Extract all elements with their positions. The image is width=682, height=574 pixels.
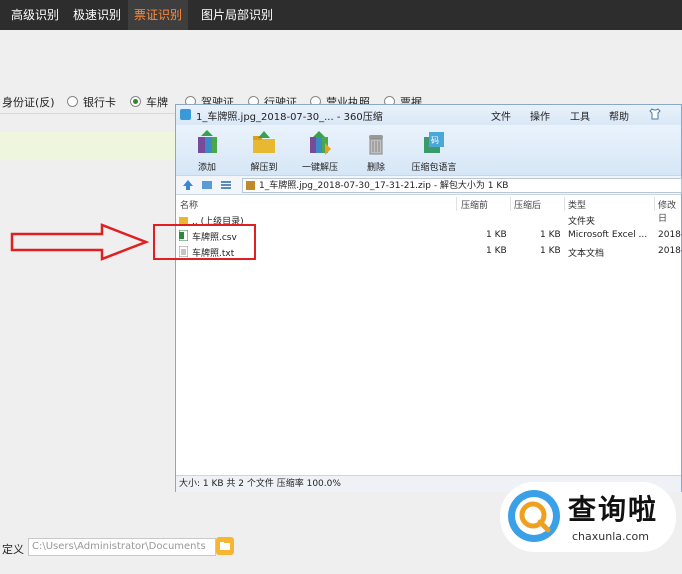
archive-path-text: 1_车牌照.jpg_2018-07-30_17-31-21.zip - 解包大小… [259,181,509,191]
menu-help[interactable]: 帮助 [609,108,629,123]
magnifier-logo-icon [508,490,560,542]
skin-shirt-icon[interactable] [649,108,661,120]
app-icon [180,109,191,120]
radio-license-plate[interactable]: 车牌 [130,94,168,110]
archive-toolbar: 添加 解压到 一键解压 删除 码 压缩包语言 [176,125,681,175]
archive-window: 1_车牌照.jpg_2018-07-30_... - 360压缩 文件 操作 工… [175,104,682,492]
archive-language-icon: 码 [424,132,444,153]
file-modified: 2018- [658,246,682,256]
trash-bin-icon [369,135,383,155]
window-title: 1_车牌照.jpg_2018-07-30_... - 360压缩 [196,112,383,123]
file-size-before: 1 KB [486,246,507,256]
address-bar: 1_车牌照.jpg_2018-07-30_17-31-21.zip - 解包大小… [176,175,682,195]
radio-dot-selected [130,96,141,107]
one-click-extract-icon [310,131,331,155]
archive-language-button[interactable]: 码 压缩包语言 [406,129,462,173]
radio-label: 银行卡 [83,96,116,109]
file-list-header: 名称 压缩前 压缩后 类型 修改日 [176,197,681,224]
watermark-domain-text: chaxunla.com [572,530,649,543]
top-tab-bar: 高级识别 极速识别 票证识别 图片局部识别 [0,0,682,30]
browse-folder-button[interactable] [216,537,234,555]
extract-folder-icon [253,131,275,153]
radio-label: 车牌 [146,96,168,109]
file-type: Microsoft Excel ... [568,230,648,240]
window-titlebar: 1_车牌照.jpg_2018-07-30_... - 360压缩 文件 操作 工… [176,105,681,125]
tab-image-region-recognition[interactable]: 图片局部识别 [195,0,279,30]
view-list-icon[interactable] [220,179,232,191]
svg-text:码: 码 [431,136,439,145]
output-path-label: 定义 [2,543,24,556]
toolbar-label: 删除 [366,163,385,173]
column-divider [654,197,655,211]
radio-id-card-back[interactable]: 身份证(反) [2,94,55,110]
toolbar-label: 压缩包语言 [411,163,457,173]
file-size-after: 1 KB [540,246,561,256]
delete-button[interactable]: 删除 [348,129,404,173]
archive-path-field[interactable]: 1_车牌照.jpg_2018-07-30_17-31-21.zip - 解包大小… [242,178,682,193]
one-click-extract-button[interactable]: 一键解压 [292,129,348,173]
extract-to-button[interactable]: 解压到 [236,129,292,173]
add-button[interactable]: 添加 [179,129,235,173]
zip-file-icon [246,181,255,190]
red-arrow-annotation [10,223,150,261]
file-size-before: 1 KB [486,230,507,240]
file-type: 文本文档 [568,249,605,259]
menu-tools[interactable]: 工具 [570,108,590,123]
add-books-icon [198,130,217,153]
menu-file[interactable]: 文件 [491,108,511,123]
chaxunla-watermark: 查询啦 chaxunla.com [500,482,676,552]
result-highlight-strip [0,132,175,160]
watermark-chinese-text: 查询啦 [568,493,659,526]
tab-advanced-recognition[interactable]: 高级识别 [5,0,65,30]
red-highlight-box [153,224,256,260]
radio-dot [67,96,78,107]
column-divider [510,197,511,211]
up-arrow-icon[interactable] [182,179,194,191]
column-divider [456,197,457,211]
output-path-input[interactable] [28,538,216,556]
file-size-after: 1 KB [540,230,561,240]
column-divider [564,197,565,211]
file-type: 文件夹 [568,217,596,227]
col-type[interactable]: 类型 [568,198,586,211]
toolbar-label: 一键解压 [301,163,338,173]
toolbar-label: 解压到 [250,163,278,173]
col-size-after[interactable]: 压缩后 [514,198,541,211]
radio-label: 身份证(反) [2,96,55,109]
folder-icon [220,542,230,550]
divider [0,113,175,114]
radio-bank-card[interactable]: 银行卡 [67,94,116,110]
view-thumbnail-icon[interactable] [201,179,213,191]
tab-fast-recognition[interactable]: 极速识别 [67,0,127,30]
file-modified: 2018- [658,230,682,240]
menu-operation[interactable]: 操作 [530,108,550,123]
toolbar-label: 添加 [197,163,216,173]
col-name[interactable]: 名称 [180,198,198,211]
tab-ticket-recognition[interactable]: 票证识别 [128,0,189,30]
col-size-before[interactable]: 压缩前 [461,198,488,211]
